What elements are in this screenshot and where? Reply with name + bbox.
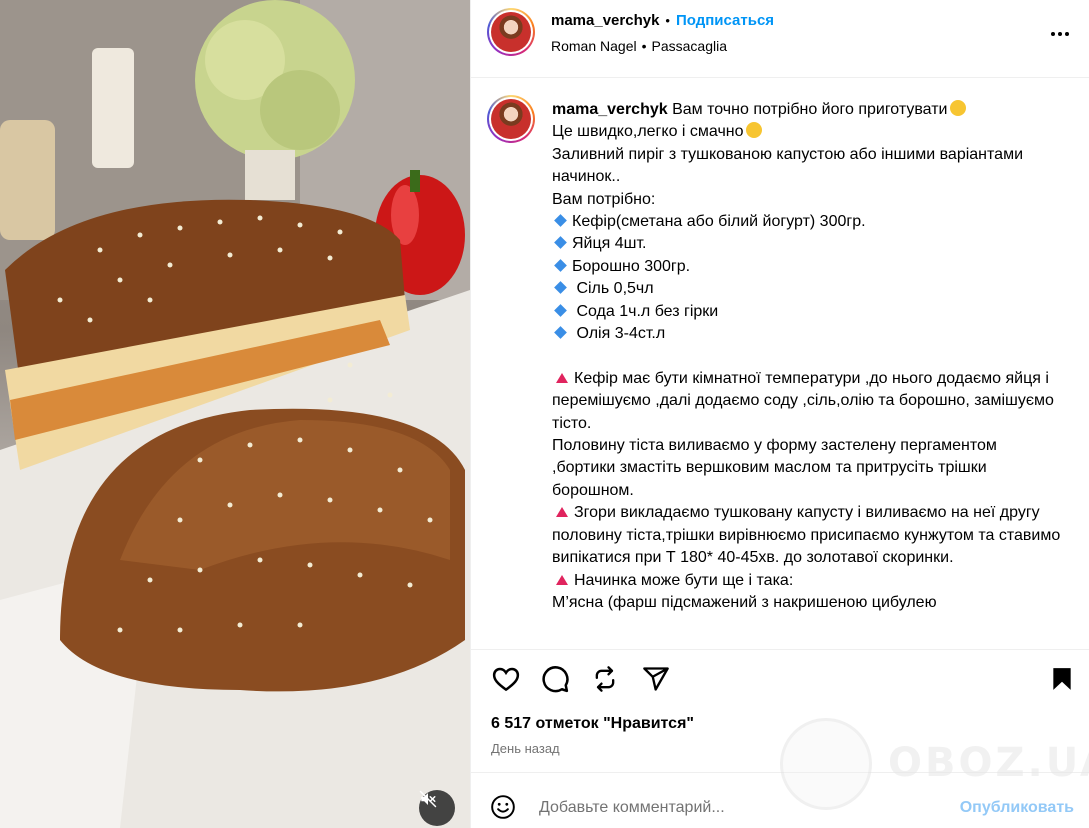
blue-diamond-icon [554, 303, 567, 317]
post-time[interactable]: День назад [491, 741, 560, 756]
ingredient-item: Кефір(сметана або білий йогурт) 300гр. [572, 213, 866, 231]
caption-area: mama_verchyk Вам точно потрібно його при… [471, 79, 1089, 649]
publish-button[interactable]: Опубликовать [960, 799, 1074, 817]
follow-button[interactable]: Подписаться [676, 12, 774, 29]
post-panel: mama_verchyk • Подписаться Roman Nagel •… [470, 0, 1089, 828]
red-triangle-icon [556, 507, 568, 518]
emoji-button[interactable] [489, 793, 517, 821]
blue-diamond-icon [554, 236, 567, 250]
like-button[interactable] [491, 664, 521, 694]
ok-hand-emoji-icon [949, 100, 966, 116]
blue-diamond-icon [554, 326, 567, 339]
step-text: Начинка може бути ще і така: [574, 571, 794, 589]
caption-line: Вам точно потрібно його приготувати [672, 101, 948, 118]
share-button[interactable] [641, 664, 671, 694]
bookmark-icon [1053, 668, 1071, 690]
ingredient-item: Борошно 300гр. [572, 257, 691, 275]
blue-diamond-icon [554, 281, 567, 295]
post-header: mama_verchyk • Подписаться Roman Nagel •… [471, 0, 1089, 78]
mute-button[interactable] [419, 790, 455, 826]
dot-separator: • [641, 38, 647, 54]
ingredient-item: Сіль 0,5чл [572, 280, 654, 298]
avatar[interactable] [487, 8, 535, 56]
step-text: Половину тіста виливаємо у форму застеле… [552, 437, 997, 499]
repost-icon [595, 666, 615, 692]
speaker-muted-icon [419, 790, 437, 808]
step-text: Згори викладаємо тушковану капусту і вил… [552, 504, 1061, 567]
step-text: Кефір має бути кімнатної температури ,до… [552, 369, 1054, 432]
caption-line: Вам потрібно: [552, 190, 656, 208]
username-link[interactable]: mama_verchyk [551, 12, 659, 29]
repost-button[interactable] [590, 664, 620, 694]
more-options-button[interactable] [1048, 22, 1072, 46]
smiley-icon [491, 795, 515, 819]
share-icon [643, 667, 669, 691]
blue-diamond-icon [554, 258, 567, 272]
caption-line: Заливний пиріг з тушкованою капустою або… [552, 145, 1023, 186]
comment-icon [542, 666, 569, 693]
audio-info[interactable]: Roman Nagel • Passacaglia [551, 38, 727, 54]
caption-line: Це швидко,легко і смачно [552, 123, 744, 141]
caption-text: mama_verchyk Вам точно потрібно його при… [552, 99, 1062, 614]
ingredient-item: Сода 1ч.л без гірки [572, 302, 719, 320]
audio-artist[interactable]: Roman Nagel [551, 38, 637, 54]
caption-username[interactable]: mama_verchyk [552, 101, 668, 118]
actions-bar: 6 517 отметок "Нравится" День назад [471, 649, 1089, 772]
likes-count[interactable]: 6 517 отметок "Нравится" [491, 715, 694, 733]
yum-face-emoji-icon [745, 122, 762, 139]
heart-icon [492, 667, 520, 692]
post-media[interactable] [0, 0, 470, 828]
comment-button[interactable] [540, 664, 570, 694]
red-triangle-icon [556, 574, 568, 585]
caption-avatar[interactable] [487, 95, 535, 143]
dot-separator: • [665, 13, 670, 28]
step-text: М’ясна (фарш підсмажений з накришеною ци… [552, 593, 937, 611]
ingredient-item: Олія 3-4ст.л [572, 325, 666, 343]
more-horizontal-icon [1051, 32, 1069, 36]
ingredient-item: Яйця 4шт. [572, 235, 647, 253]
audio-track[interactable]: Passacaglia [652, 38, 728, 54]
save-button[interactable] [1047, 664, 1077, 694]
comment-box: Опубликовать [471, 772, 1089, 828]
blue-diamond-icon [554, 214, 567, 227]
pie-photo [0, 0, 470, 828]
red-triangle-icon [556, 372, 568, 383]
comment-input[interactable] [539, 797, 939, 819]
